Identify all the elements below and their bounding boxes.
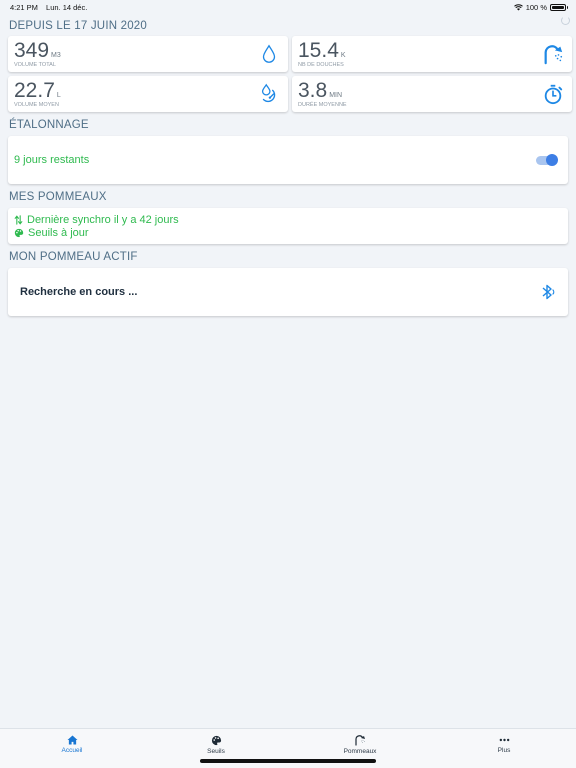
stat-unit: K bbox=[340, 52, 346, 59]
palette-icon bbox=[14, 228, 24, 237]
home-icon bbox=[67, 735, 77, 745]
tab-label: Pommeaux bbox=[343, 748, 377, 755]
stat-unit: M3 bbox=[51, 52, 61, 59]
more-icon bbox=[499, 738, 509, 742]
status-right: 100 % bbox=[513, 2, 568, 12]
battery-percent: 100 % bbox=[525, 2, 547, 12]
stopwatch-icon bbox=[544, 84, 563, 105]
stat-card-showers[interactable]: 15.4 K NB DE DOUCHES bbox=[292, 36, 572, 72]
wifi-icon bbox=[513, 3, 523, 10]
tab-accueil[interactable]: Accueil bbox=[0, 729, 144, 768]
tab-label: Accueil bbox=[61, 747, 83, 754]
stats-grid: 349 M3 VOLUME TOTAL 15.4 K NB DE DOUCHES… bbox=[0, 36, 576, 112]
pommeaux-section-title: MES POMMEAUX bbox=[9, 191, 107, 203]
stat-label: DURÉE MOYENNE bbox=[298, 102, 347, 108]
calibration-card: 9 jours restants bbox=[8, 136, 568, 184]
stat-card-average-volume[interactable]: 22.7 L VOLUME MOYEN bbox=[8, 76, 288, 112]
thresholds-status-text: Seuils à jour bbox=[28, 226, 89, 239]
calibration-section-title: ÉTALONNAGE bbox=[9, 119, 89, 131]
stat-card-average-duration[interactable]: 3.8 MIN DURÉE MOYENNE bbox=[292, 76, 572, 112]
pommeaux-card[interactable]: Dernière synchro il y a 42 jours Seuils … bbox=[8, 208, 568, 244]
status-left: 4:21 PM Lun. 14 déc. bbox=[10, 3, 93, 12]
search-status-text: Recherche en cours ... bbox=[20, 286, 138, 298]
stat-value: 22.7 bbox=[14, 79, 55, 102]
water-drop-icon bbox=[262, 44, 276, 63]
active-pommeau-card[interactable]: Recherche en cours ... bbox=[8, 268, 568, 316]
sync-status-text: Dernière synchro il y a 42 jours bbox=[27, 213, 179, 226]
active-section-title: MON POMMEAU ACTIF bbox=[9, 251, 138, 263]
tab-label: Plus bbox=[497, 747, 511, 754]
calibration-toggle[interactable] bbox=[536, 154, 558, 166]
stat-value: 15.4 bbox=[298, 39, 339, 62]
home-indicator[interactable] bbox=[200, 759, 376, 763]
status-time: 4:21 PM bbox=[10, 2, 38, 12]
thresholds-status-row: Seuils à jour bbox=[14, 227, 562, 239]
calibration-days-remaining: 9 jours restants bbox=[14, 154, 90, 166]
drop-gauge-icon bbox=[261, 83, 276, 103]
battery-icon bbox=[550, 3, 568, 11]
stat-unit: MIN bbox=[329, 92, 343, 99]
status-bar: 4:21 PM Lun. 14 déc. 100 % bbox=[0, 0, 576, 14]
stats-section-title: DEPUIS LE 17 JUIN 2020 bbox=[9, 20, 147, 32]
shower-head-icon bbox=[544, 45, 563, 65]
stat-card-total-volume[interactable]: 349 M3 VOLUME TOTAL bbox=[8, 36, 288, 72]
palette-icon bbox=[211, 735, 221, 745]
sync-arrows-icon bbox=[14, 214, 23, 225]
shower-head-icon bbox=[355, 735, 365, 746]
stat-unit: L bbox=[56, 92, 61, 99]
stat-value: 3.8 bbox=[298, 79, 328, 102]
toggle-knob bbox=[546, 154, 558, 166]
stat-label: VOLUME TOTAL bbox=[14, 62, 56, 68]
stat-label: NB DE DOUCHES bbox=[298, 62, 344, 68]
loading-spinner-icon bbox=[561, 16, 570, 25]
stat-label: VOLUME MOYEN bbox=[14, 102, 59, 108]
stat-value: 349 bbox=[14, 39, 50, 62]
tab-bar: Accueil Seuils Pommeaux Plus bbox=[0, 728, 576, 768]
bluetooth-icon[interactable] bbox=[540, 283, 556, 301]
status-date: Lun. 14 déc. bbox=[46, 2, 88, 12]
sync-status-row: Dernière synchro il y a 42 jours bbox=[14, 214, 562, 226]
tab-label: Seuils bbox=[207, 747, 225, 755]
tab-plus[interactable]: Plus bbox=[432, 729, 576, 768]
